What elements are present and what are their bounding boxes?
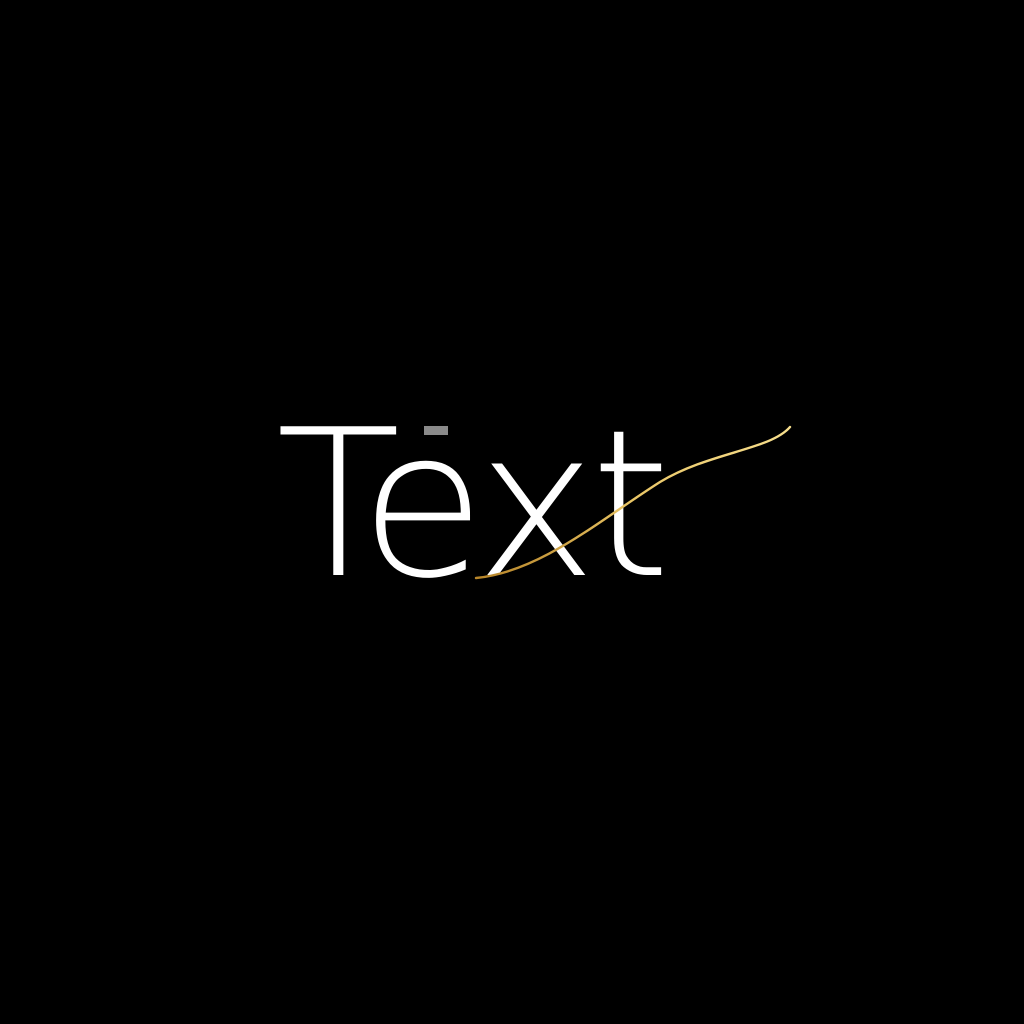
- wordmark-text: Text: [276, 387, 665, 624]
- wordmark-logo: Text: [276, 387, 792, 624]
- canvas: Text: [0, 0, 1024, 1024]
- crossbar-tip-accent: [424, 426, 448, 435]
